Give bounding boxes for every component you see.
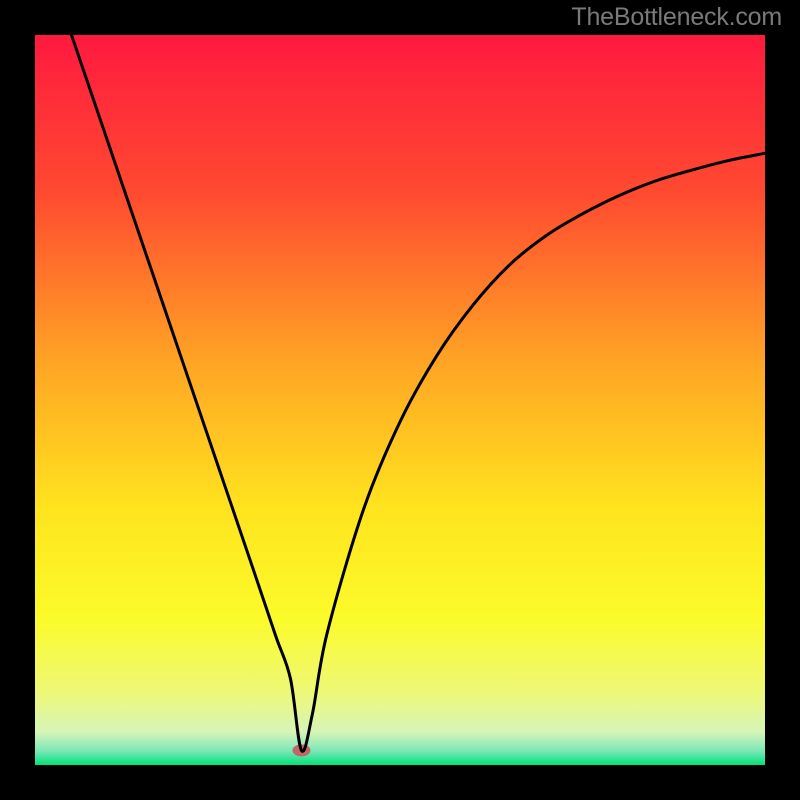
bottleneck-chart <box>0 0 800 800</box>
chart-border <box>0 765 800 800</box>
chart-frame: TheBottleneck.com <box>0 0 800 800</box>
chart-border <box>765 0 800 800</box>
watermark-text: TheBottleneck.com <box>571 3 782 32</box>
plot-background <box>35 35 765 765</box>
chart-border <box>0 0 35 800</box>
